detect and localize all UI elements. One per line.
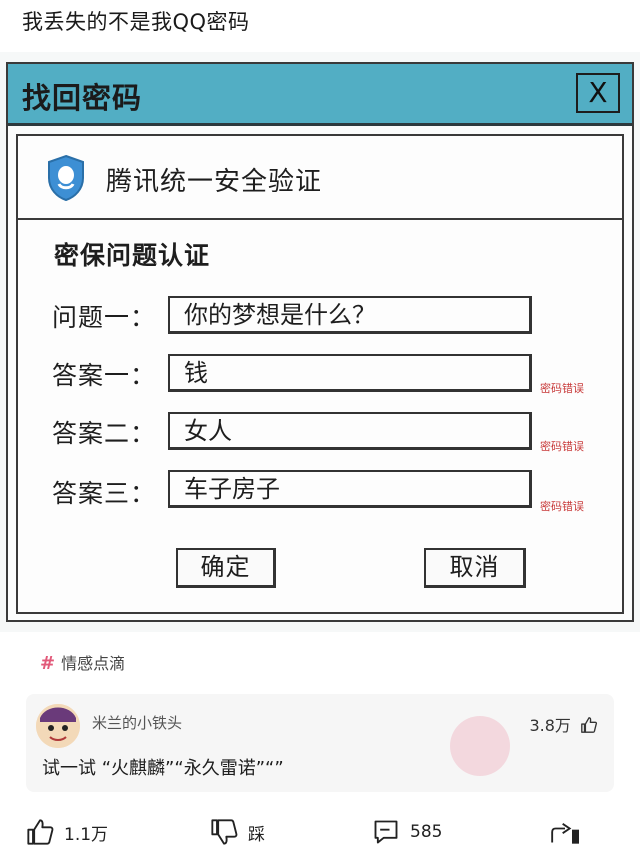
dislike-button[interactable]: 踩 [210, 818, 265, 846]
hashtag-icon: # [40, 653, 56, 674]
action-bar: 1.1万 踩 585 [0, 810, 640, 864]
dislike-label: 踩 [248, 824, 265, 845]
verify-panel: 腾讯统一安全验证 密保问题认证 问题一： 你的梦想是什么？ 答案一： 钱 密码错… [16, 134, 624, 614]
answer-1-error: 密码错误 [540, 382, 584, 395]
comment-like-count: 3.8万 [529, 716, 571, 735]
share-button[interactable] [548, 818, 582, 846]
avatar[interactable] [36, 704, 80, 748]
answer-2-field[interactable]: 女人 [168, 412, 532, 450]
comment-text: 试一试 “火麒麟”“永久雷诺”“” [42, 758, 284, 779]
answer-3-field[interactable]: 车子房子 [168, 470, 532, 508]
answer-1-label: 答案一： [52, 361, 157, 390]
thumb-up-icon [27, 819, 54, 845]
question-1-label: 问题一： [52, 303, 157, 332]
dialog-titlebar: 找回密码 X [8, 64, 632, 126]
recover-password-dialog: 找回密码 X 腾讯统一安全验证 密保问题认证 问题一： 你的梦想是什么？ 答案一… [6, 62, 634, 622]
verify-header: 腾讯统一安全验证 [18, 136, 622, 220]
answer-1-field[interactable]: 钱 [168, 354, 532, 392]
answer-2-label: 答案二： [52, 419, 157, 448]
shield-icon [48, 154, 84, 202]
like-count: 1.1万 [64, 824, 109, 845]
thumb-down-icon [211, 819, 238, 845]
like-button[interactable]: 1.1万 [26, 818, 108, 846]
hot-comment[interactable]: 米兰的小铁头 3.8万 试一试 “火麒麟”“永久雷诺”“” [26, 694, 614, 792]
comment-username[interactable]: 米兰的小铁头 [92, 712, 182, 733]
comment-count: 585 [410, 822, 443, 842]
topic-tag[interactable]: # 情感点滴 [40, 650, 125, 674]
post-title: 我丢失的不是我QQ密码 [22, 10, 250, 34]
meme-image: 找回密码 X 腾讯统一安全验证 密保问题认证 问题一： 你的梦想是什么？ 答案一… [0, 52, 640, 632]
close-button[interactable]: X [576, 73, 620, 113]
topic-label: 情感点滴 [61, 654, 126, 673]
watermark-seal [450, 716, 510, 776]
thumb-up-icon [581, 717, 598, 733]
cancel-button[interactable]: 取消 [424, 548, 526, 588]
question-1-field[interactable]: 你的梦想是什么？ [168, 296, 532, 334]
comment-icon [374, 820, 398, 844]
answer-3-label: 答案三： [52, 479, 157, 508]
comment-button[interactable]: 585 [372, 818, 442, 846]
verify-title: 腾讯统一安全验证 [106, 167, 323, 197]
share-icon [551, 823, 579, 844]
answer-2-error: 密码错误 [540, 440, 584, 453]
section-title: 密保问题认证 [54, 241, 211, 270]
confirm-button[interactable]: 确定 [176, 548, 276, 588]
dialog-title: 找回密码 [22, 81, 143, 115]
comment-like-button[interactable]: 3.8万 [529, 712, 598, 736]
avatar-face-icon [36, 704, 80, 748]
answer-3-error: 密码错误 [540, 500, 584, 513]
